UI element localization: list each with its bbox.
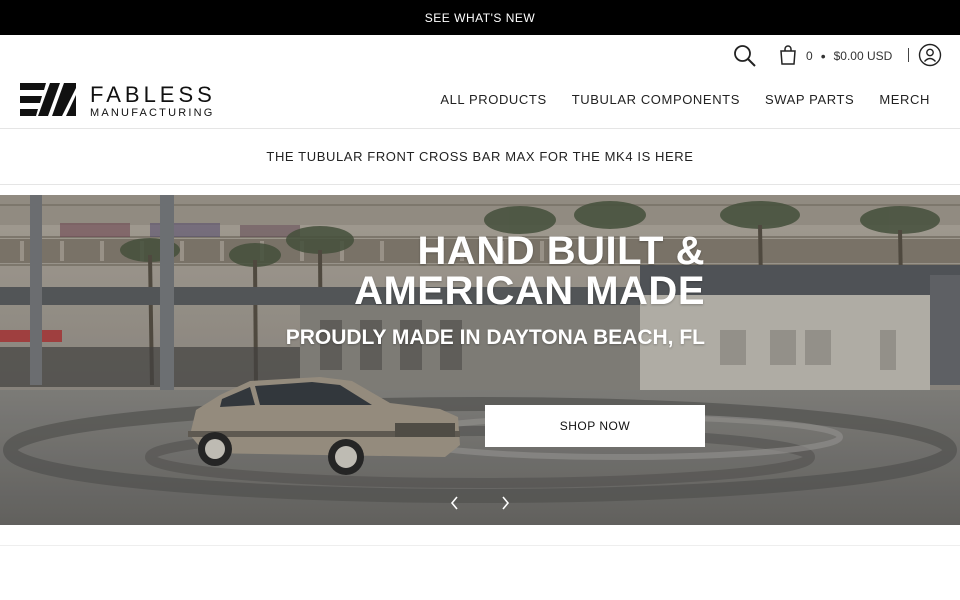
header-divider [908,48,909,62]
main-nav: ALL PRODUCTS TUBULAR COMPONENTS SWAP PAR… [440,92,930,112]
site-logo[interactable]: FABLESS MANUFACTURING [20,82,225,122]
cart-count: 0 [806,49,813,63]
chevron-right-icon[interactable] [499,495,511,511]
divider [0,545,960,546]
promo-bar[interactable]: THE TUBULAR FRONT CROSS BAR MAX FOR THE … [0,129,960,184]
nav-item-swap-parts[interactable]: SWAP PARTS [765,92,854,112]
hero-subtitle: PROUDLY MADE IN DAYTONA BEACH, FL [285,326,705,349]
hero-title-line-1: HAND BUILT & [417,229,705,273]
cart-icon [778,44,798,69]
announcement-bar: SEE WHAT'S NEW [0,0,960,35]
chevron-left-icon[interactable] [449,495,461,511]
nav-item-all-products[interactable]: ALL PRODUCTS [440,92,546,112]
promo-text: THE TUBULAR FRONT CROSS BAR MAX FOR THE … [266,149,694,164]
cart-button[interactable]: 0 • $0.00 USD [778,43,892,69]
logo-subtitle: MANUFACTURING [90,107,215,119]
cart-total: $0.00 USD [833,49,893,63]
hero-title-line-2: AMERICAN MADE [354,269,705,313]
nav-item-tubular-components[interactable]: TUBULAR COMPONENTS [572,92,740,112]
divider [0,184,960,185]
logo-name: FABLESS [90,82,216,107]
header-utility-bar: 0 • $0.00 USD [0,35,960,75]
search-icon[interactable] [732,43,758,69]
hero-title: HAND BUILT & AMERICAN MADE [354,231,705,311]
user-icon[interactable] [918,43,942,67]
cart-separator-dot: • [820,48,826,64]
shop-now-button[interactable]: SHOP NOW [485,405,705,447]
hero-slideshow: HAND BUILT & AMERICAN MADE PROUDLY MADE … [0,195,960,525]
logo-mark-icon [20,82,76,122]
announcement-link[interactable]: SEE WHAT'S NEW [425,11,535,25]
nav-item-merch[interactable]: MERCH [879,92,930,112]
